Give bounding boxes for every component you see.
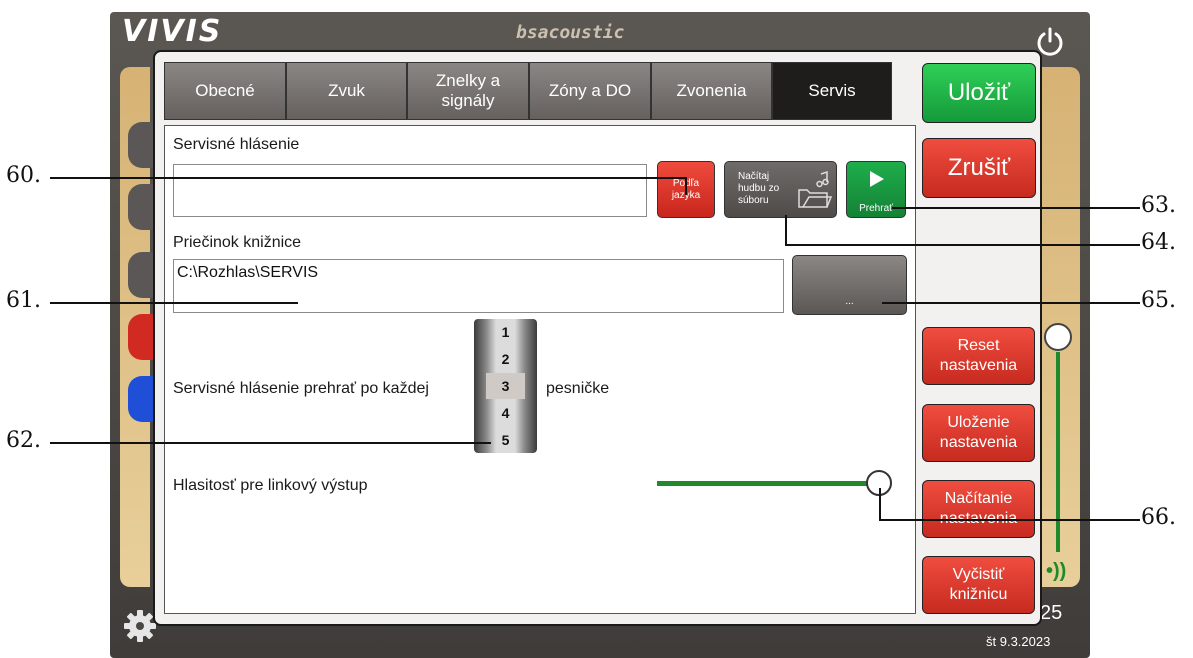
callout-66: 66. [1141,505,1176,530]
callout-61: 61. [6,288,41,313]
callout-65: 65. [1141,288,1176,313]
callout-62: 62. [6,428,41,453]
callout-lines [50,177,1140,521]
callout-64: 64. [1141,230,1176,255]
callout-63: 63. [1141,193,1176,218]
callout-60: 60. [6,163,41,188]
